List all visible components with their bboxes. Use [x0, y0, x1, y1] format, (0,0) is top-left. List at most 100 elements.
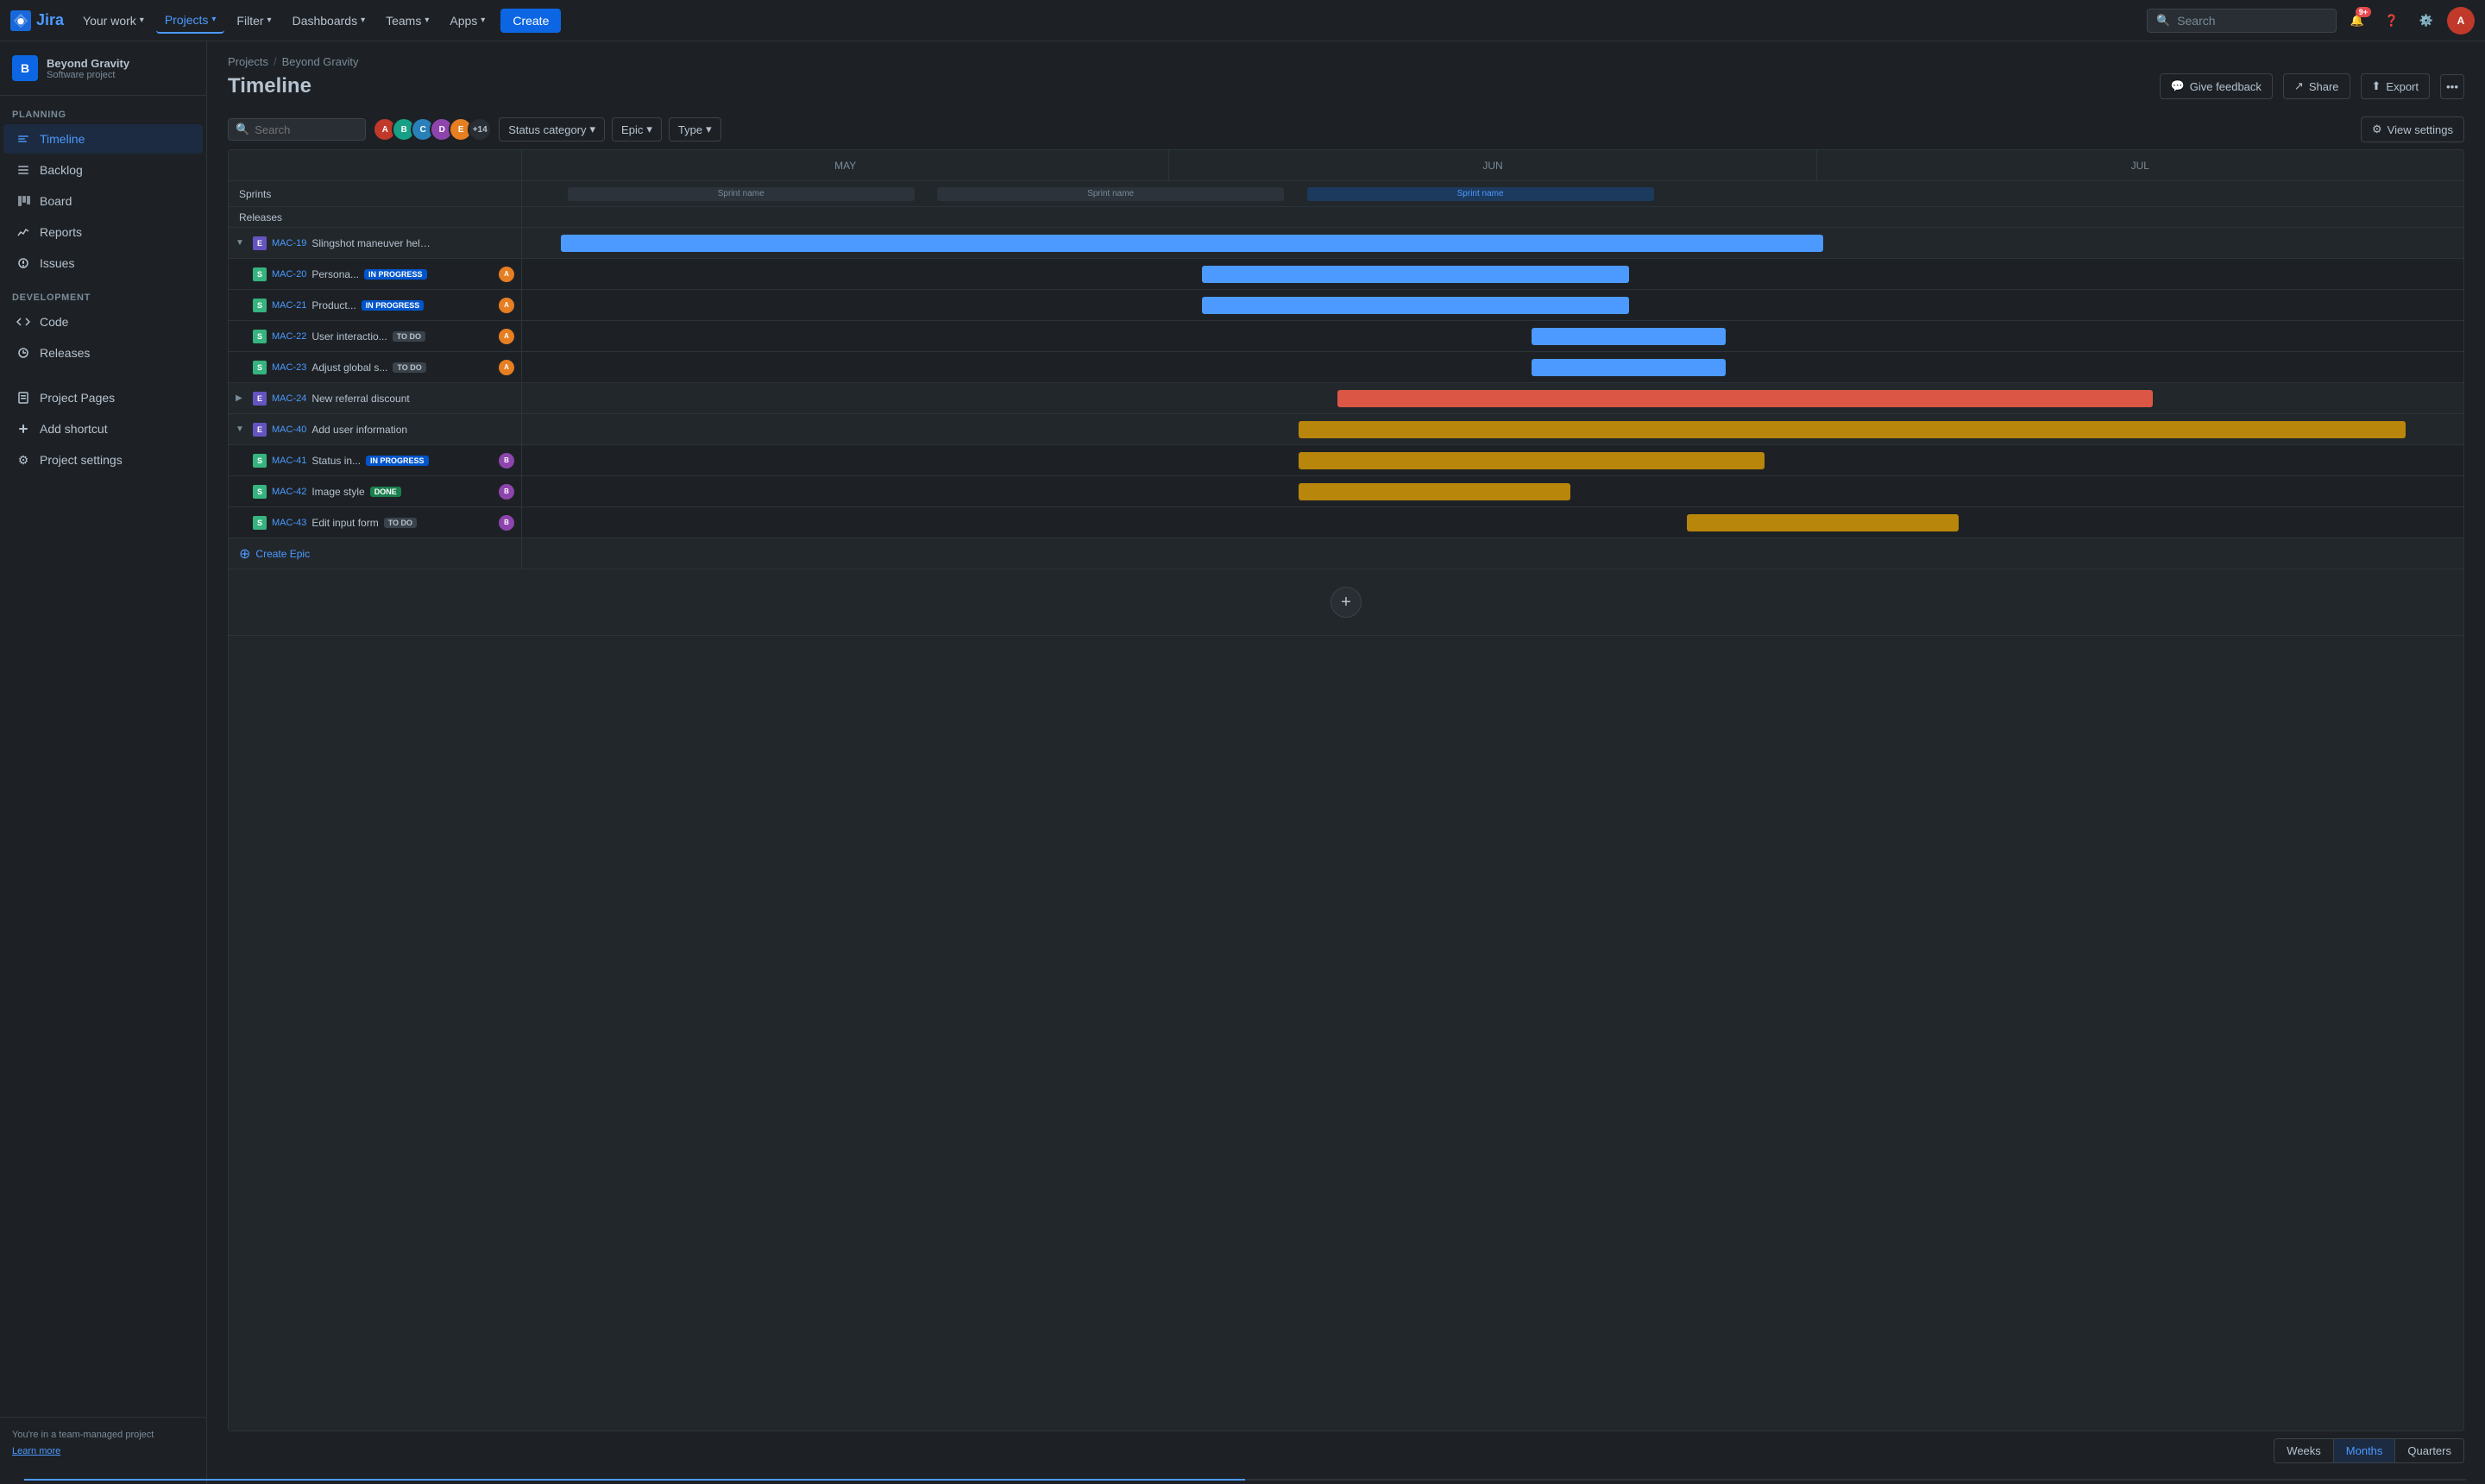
sidebar-item-add-shortcut[interactable]: Add shortcut	[3, 414, 203, 443]
issue-row-mac20: S MAC-20 Persona... IN PROGRESS A	[229, 259, 2463, 290]
page-actions: 💬 Give feedback ↗ Share ⬆ Export •••	[2160, 73, 2464, 99]
more-actions-button[interactable]: •••	[2440, 74, 2464, 99]
logo[interactable]: Jira	[10, 10, 64, 31]
sidebar-item-board[interactable]: Board	[3, 186, 203, 216]
issue-mac22-label[interactable]: S MAC-22 User interactio... TO DO A	[229, 321, 522, 351]
nav-dashboards[interactable]: Dashboards ▾	[284, 9, 374, 33]
sprint-bar-2[interactable]: Sprint name	[937, 187, 1284, 201]
issue-name: Adjust global s...	[311, 362, 387, 374]
epic-mac19-bar-area	[522, 228, 2463, 258]
gantt-bar[interactable]	[1202, 297, 1629, 314]
nav-filter[interactable]: Filter ▾	[228, 9, 280, 33]
gantt-bar[interactable]	[1532, 359, 1726, 376]
expand-button[interactable]: ▶	[236, 393, 248, 403]
epic-type-icon: E	[253, 236, 267, 250]
help-button[interactable]: ❓	[2378, 7, 2406, 35]
status-badge: IN PROGRESS	[366, 456, 429, 466]
search-input[interactable]	[2177, 14, 2327, 28]
epic-row-mac19: ▼ E MAC-19 Slingshot maneuver helper...	[229, 228, 2463, 259]
filter-search[interactable]: 🔍	[228, 118, 366, 141]
sidebar-item-label: Issues	[40, 256, 74, 270]
expand-button[interactable]: ▼	[236, 424, 248, 434]
give-feedback-button[interactable]: 💬 Give feedback	[2160, 73, 2273, 99]
chevron-down-icon: ▾	[140, 16, 144, 25]
sidebar-item-project-pages[interactable]: Project Pages	[3, 383, 203, 412]
assignee-avatar: B	[499, 453, 514, 468]
issue-row-mac22: S MAC-22 User interactio... TO DO A	[229, 321, 2463, 352]
sidebar-item-code[interactable]: Code	[3, 307, 203, 336]
add-circle-button[interactable]: +	[1331, 587, 1362, 618]
issue-mac20-label[interactable]: S MAC-20 Persona... IN PROGRESS A	[229, 259, 522, 289]
gantt-bar[interactable]	[1687, 514, 1959, 531]
sidebar-item-project-settings[interactable]: ⚙ Project settings	[3, 445, 203, 475]
sidebar-item-issues[interactable]: Issues	[3, 248, 203, 278]
epic-type-icon: E	[253, 423, 267, 437]
time-scale-buttons: Weeks Months Quarters	[2274, 1438, 2464, 1463]
gantt-bar[interactable]	[1299, 483, 1570, 500]
assignee-avatars[interactable]: A B C D E +14	[373, 117, 492, 141]
epic-mac24-label[interactable]: ▶ E MAC-24 New referral discount	[229, 383, 522, 413]
nav-teams[interactable]: Teams ▾	[377, 9, 437, 33]
gantt-bar[interactable]	[561, 235, 1823, 252]
releases-row: Releases	[229, 207, 2463, 228]
gantt-bar[interactable]	[1202, 266, 1629, 283]
type-filter[interactable]: Type ▾	[669, 117, 721, 141]
nav-apps[interactable]: Apps ▾	[441, 9, 494, 33]
issue-mac41-label[interactable]: S MAC-41 Status in... IN PROGRESS B	[229, 445, 522, 475]
sidebar-item-reports[interactable]: Reports	[3, 217, 203, 247]
sidebar-project[interactable]: B Beyond Gravity Software project	[0, 41, 206, 96]
sprint-bar-3[interactable]: Sprint name	[1307, 187, 1654, 201]
timeline-inner: MAY JUN JUL Sprints Sprint name Sprint n…	[228, 149, 2464, 1431]
settings-button[interactable]: ⚙️	[2413, 7, 2440, 35]
notifications-button[interactable]: 🔔 9+	[2343, 7, 2371, 35]
epic-mac40-label[interactable]: ▼ E MAC-40 Add user information	[229, 414, 522, 444]
filter-search-input[interactable]	[255, 123, 358, 136]
gantt-bar[interactable]	[1299, 452, 1765, 469]
create-epic-row[interactable]: ⊕ Create Epic	[229, 538, 2463, 569]
view-settings-button[interactable]: ⚙ View settings	[2361, 116, 2464, 142]
quarters-button[interactable]: Quarters	[2395, 1439, 2463, 1462]
search-box[interactable]: 🔍	[2147, 9, 2337, 33]
sidebar-item-backlog[interactable]: Backlog	[3, 155, 203, 185]
gantt-bar[interactable]	[1299, 421, 2406, 438]
epic-filter[interactable]: Epic ▾	[612, 117, 662, 141]
gantt-bar[interactable]	[1532, 328, 1726, 345]
nav-projects[interactable]: Projects ▾	[156, 8, 225, 34]
project-info: Beyond Gravity Software project	[47, 57, 129, 80]
status-badge: TO DO	[384, 518, 417, 528]
sidebar-item-releases[interactable]: Releases	[3, 338, 203, 368]
epic-mac19-label[interactable]: ▼ E MAC-19 Slingshot maneuver helper...	[229, 228, 522, 258]
issue-mac42-label[interactable]: S MAC-42 Image style DONE B	[229, 476, 522, 506]
months-button[interactable]: Months	[2334, 1439, 2396, 1462]
breadcrumb-beyond-gravity[interactable]: Beyond Gravity	[282, 55, 359, 68]
view-settings-icon: ⚙	[2372, 123, 2382, 136]
issue-row-mac41: S MAC-41 Status in... IN PROGRESS B	[229, 445, 2463, 476]
create-button[interactable]: Create	[500, 9, 561, 33]
chevron-down-icon: ▾	[267, 16, 272, 25]
sidebar-item-timeline[interactable]: Timeline	[3, 124, 203, 154]
nav-your-work[interactable]: Your work ▾	[74, 9, 153, 33]
avatar[interactable]: A	[2447, 7, 2475, 35]
status-category-filter[interactable]: Status category ▾	[499, 117, 605, 141]
search-filter-icon: 🔍	[236, 123, 249, 136]
issue-key: MAC-40	[272, 424, 306, 435]
timeline-months: MAY JUN JUL	[522, 150, 2463, 180]
share-button[interactable]: ↗ Share	[2283, 73, 2350, 99]
status-badge: IN PROGRESS	[362, 300, 425, 311]
breadcrumb: Projects / Beyond Gravity	[228, 55, 2464, 68]
breadcrumb-projects[interactable]: Projects	[228, 55, 268, 68]
issue-mac43-label[interactable]: S MAC-43 Edit input form TO DO B	[229, 507, 522, 538]
sprint-bar-1[interactable]: Sprint name	[568, 187, 915, 201]
timeline-container: MAY JUN JUL Sprints Sprint name Sprint n…	[207, 149, 2485, 1484]
create-epic-button[interactable]: ⊕ Create Epic	[229, 538, 522, 569]
expand-button[interactable]: ▼	[236, 238, 248, 248]
notification-badge: 9+	[2356, 7, 2371, 17]
weeks-button[interactable]: Weeks	[2274, 1439, 2334, 1462]
export-button[interactable]: ⬆ Export	[2361, 73, 2430, 99]
gantt-bar[interactable]	[1337, 390, 2153, 407]
learn-more-link[interactable]: Learn more	[12, 1446, 60, 1456]
issue-mac21-label[interactable]: S MAC-21 Product... IN PROGRESS A	[229, 290, 522, 320]
issue-mac22-bar-area	[522, 321, 2463, 351]
issue-mac23-label[interactable]: S MAC-23 Adjust global s... TO DO A	[229, 352, 522, 382]
avatar-count[interactable]: +14	[468, 117, 492, 141]
